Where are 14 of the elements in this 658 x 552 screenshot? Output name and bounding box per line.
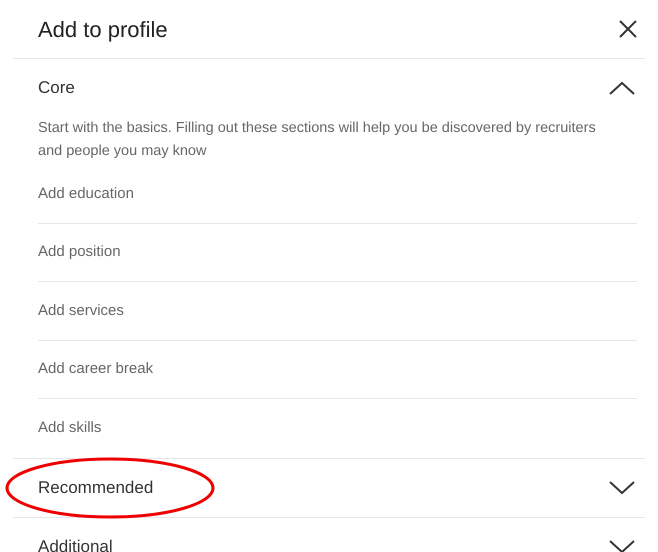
section-description: Start with the basics. Filling out these sections will help you be discovered by recruiters and people you may know <box>38 119 597 161</box>
add-section-link[interactable]: Add education <box>38 182 134 205</box>
chevron-down-icon <box>609 480 635 494</box>
add-section-link[interactable]: Add position <box>38 241 121 264</box>
close-icon <box>618 19 638 39</box>
chevron-up-icon <box>609 81 635 95</box>
add-section-link[interactable]: Add career break <box>38 358 154 380</box>
section-header[interactable]: Core <box>13 59 645 117</box>
dialog-title: Add to profile <box>38 16 168 44</box>
section-header[interactable]: Additional <box>13 518 645 552</box>
section-header[interactable]: Recommended <box>13 458 645 516</box>
add-section-link[interactable]: Add skills <box>38 417 102 440</box>
add-section-link[interactable]: Add services <box>38 300 124 322</box>
chevron-down-icon <box>609 540 635 552</box>
